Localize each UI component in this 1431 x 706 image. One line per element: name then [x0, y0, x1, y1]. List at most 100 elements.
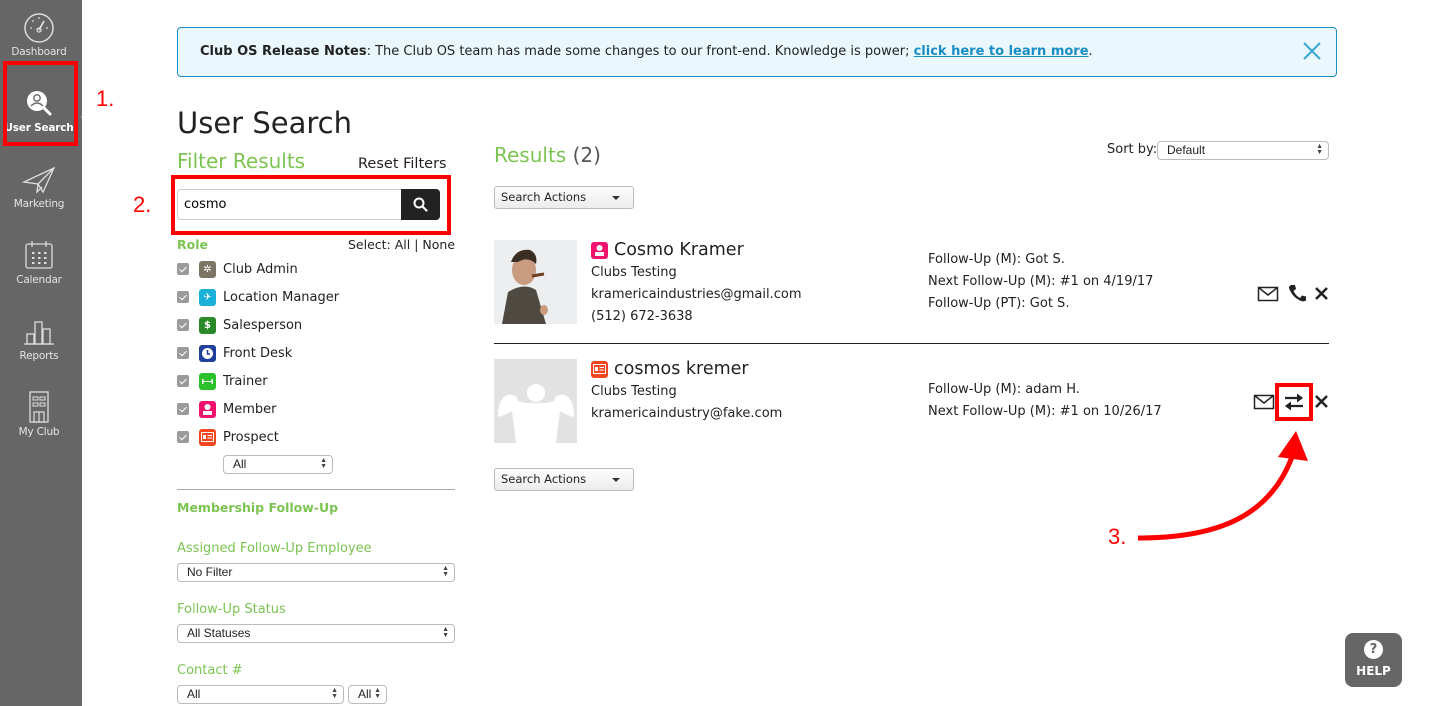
- gear-icon: ✲: [199, 260, 216, 278]
- role-name: Trainer: [223, 373, 268, 389]
- reset-filters-link[interactable]: Reset Filters: [358, 156, 447, 172]
- banner-title: Club OS Release Notes: [200, 44, 367, 59]
- select-value: Default: [1167, 143, 1206, 157]
- default-avatar-icon: [494, 359, 577, 443]
- followup-line: Follow-Up (M): adam H.: [928, 382, 1080, 397]
- role-option-member[interactable]: Member: [177, 399, 276, 419]
- role-name: Club Admin: [223, 261, 298, 277]
- select-none-link[interactable]: None: [422, 237, 455, 252]
- phone-icon[interactable]: [1286, 283, 1308, 303]
- select-value: All: [233, 457, 247, 471]
- user-phone: (512) 672-3638: [591, 309, 693, 324]
- membership-followup-heading: Membership Follow-Up: [177, 500, 339, 515]
- sidebar-item-label: Marketing: [13, 198, 65, 210]
- role-label: Role: [177, 237, 208, 252]
- checkbox[interactable]: [177, 347, 189, 359]
- annotation-label-1: 1.: [96, 86, 115, 111]
- role-option-location-manager[interactable]: ✈ Location Manager: [177, 287, 339, 307]
- annotation-label-3: 3.: [1108, 524, 1127, 549]
- sidebar-item-marketing[interactable]: Marketing: [0, 154, 78, 230]
- user-name-text: cosmos kremer: [614, 359, 749, 379]
- user-name[interactable]: Cosmo Kramer: [591, 240, 744, 260]
- followup-line: Next Follow-Up (M): #1 on 4/19/17: [928, 274, 1154, 289]
- convert-icon[interactable]: [1283, 392, 1305, 412]
- clock-icon: [199, 344, 216, 362]
- followup-line: Follow-Up (M): Got S.: [928, 252, 1065, 267]
- help-button[interactable]: ? HELP: [1345, 633, 1402, 687]
- checkbox[interactable]: [177, 375, 189, 387]
- checkbox[interactable]: [177, 319, 189, 331]
- followup-line: Next Follow-Up (M): #1 on 10/26/17: [928, 404, 1162, 419]
- annotation-box-1: [3, 61, 78, 146]
- sidebar-item-my-club[interactable]: My Club: [0, 382, 78, 458]
- section-divider: [177, 489, 455, 490]
- calendar-icon: [25, 241, 53, 269]
- select-value: All: [358, 687, 372, 701]
- remove-icon[interactable]: [1311, 284, 1333, 304]
- person-icon: [199, 400, 216, 418]
- role-select-controls: Select: All | None: [348, 237, 455, 252]
- followup-line: Follow-Up (PT): Got S.: [928, 296, 1070, 311]
- dropdown-label: Search Actions: [501, 190, 587, 204]
- results-heading: Results (2): [494, 143, 601, 167]
- role-status-select[interactable]: All ▲ ▼: [223, 455, 333, 474]
- role-name: Location Manager: [223, 289, 340, 305]
- select-arrows-icon: ▲ ▼: [442, 626, 449, 639]
- contact-operator-select[interactable]: All ▲ ▼: [348, 685, 387, 704]
- remove-icon[interactable]: [1311, 392, 1333, 412]
- checkbox[interactable]: [177, 263, 189, 275]
- role-option-salesperson[interactable]: $ Salesperson: [177, 315, 302, 335]
- email-icon[interactable]: [1257, 284, 1279, 304]
- email-icon[interactable]: [1253, 392, 1275, 412]
- search-actions-dropdown-bottom[interactable]: Search Actions: [494, 468, 634, 491]
- assigned-employee-select[interactable]: No Filter ▲ ▼: [177, 563, 455, 582]
- page-title: User Search: [177, 106, 352, 140]
- select-value: All Statuses: [187, 626, 251, 640]
- search-actions-dropdown-top[interactable]: Search Actions: [494, 186, 634, 209]
- results-count: (2): [572, 143, 601, 167]
- sort-select[interactable]: Default ▲ ▼: [1157, 141, 1329, 160]
- member-icon: [591, 241, 608, 259]
- role-name: Prospect: [223, 429, 279, 445]
- close-icon[interactable]: [1300, 39, 1324, 63]
- sidebar-item-reports[interactable]: Reports: [0, 306, 78, 382]
- user-email: kramericaindustries@gmail.com: [591, 287, 802, 302]
- question-icon: ?: [1364, 640, 1383, 659]
- select-all-link[interactable]: All: [395, 237, 411, 252]
- sort-label: Sort by:: [1107, 142, 1158, 157]
- gauge-icon: [24, 13, 54, 43]
- checkbox[interactable]: [177, 403, 189, 415]
- role-option-trainer[interactable]: Trainer: [177, 371, 268, 391]
- select-arrows-icon: ▲ ▼: [320, 457, 327, 470]
- contact-label: Contact #: [177, 663, 243, 678]
- followup-status-select[interactable]: All Statuses ▲ ▼: [177, 624, 455, 643]
- banner-text: : The Club OS team has made some changes…: [366, 44, 914, 59]
- sidebar-item-calendar[interactable]: Calendar: [0, 230, 78, 306]
- contact-select[interactable]: All ▲ ▼: [177, 685, 344, 704]
- role-name: Front Desk: [223, 345, 293, 361]
- search-input[interactable]: [178, 190, 402, 219]
- banner-period: .: [1088, 44, 1093, 59]
- bar-chart-icon: [24, 321, 54, 345]
- checkbox[interactable]: [177, 431, 189, 443]
- paper-plane-icon: [21, 166, 56, 194]
- search-button[interactable]: [401, 189, 440, 220]
- avatar[interactable]: [494, 359, 577, 443]
- annotation-label-2: 2.: [133, 192, 152, 217]
- role-option-front-desk[interactable]: Front Desk: [177, 343, 292, 363]
- select-arrows-icon: ▲ ▼: [1316, 143, 1323, 156]
- search-box: [177, 189, 440, 220]
- select-prefix: Select:: [348, 237, 395, 252]
- role-option-prospect[interactable]: Prospect: [177, 427, 279, 447]
- sidebar-item-label: Reports: [19, 350, 59, 362]
- role-option-club-admin[interactable]: ✲ Club Admin: [177, 259, 298, 279]
- release-notes-banner: Club OS Release Notes: The Club OS team …: [177, 27, 1337, 77]
- avatar[interactable]: [494, 240, 577, 324]
- user-club: Clubs Testing: [591, 265, 677, 280]
- id-card-icon: [199, 428, 216, 446]
- user-name[interactable]: cosmos kremer: [591, 359, 749, 379]
- checkbox[interactable]: [177, 291, 189, 303]
- user-club: Clubs Testing: [591, 384, 677, 399]
- user-photo: [494, 240, 577, 324]
- learn-more-link[interactable]: click here to learn more: [914, 44, 1089, 59]
